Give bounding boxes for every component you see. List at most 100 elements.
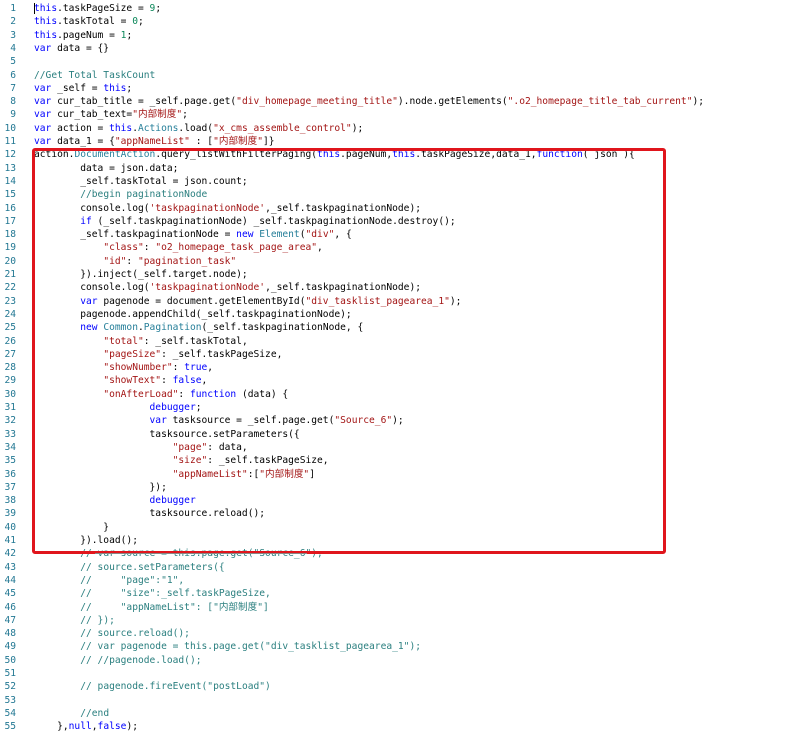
code-line[interactable]: 21 }).inject(_self.target.node); xyxy=(0,268,811,281)
code-text[interactable]: tasksource.reload(); xyxy=(34,507,266,520)
code-line[interactable]: 17 if (_self.taskpaginationNode) _self.t… xyxy=(0,215,811,228)
code-text[interactable]: // pagenode.fireEvent("postLoad") xyxy=(34,680,271,693)
code-text[interactable]: "pageSize": _self.taskPageSize, xyxy=(34,348,282,361)
code-text[interactable]: _self.taskpaginationNode = new Element("… xyxy=(34,228,352,241)
code-line[interactable]: 8 var cur_tab_title = _self.page.get("div… xyxy=(0,95,811,108)
code-text[interactable]: tasksource.setParameters({ xyxy=(34,428,300,441)
code-line[interactable]: 39 tasksource.reload(); xyxy=(0,507,811,520)
code-line[interactable]: 52 // pagenode.fireEvent("postLoad") xyxy=(0,680,811,693)
code-text[interactable]: "page": data, xyxy=(34,441,248,454)
code-line[interactable]: 44 // "page":"1", xyxy=(0,574,811,587)
code-line[interactable]: 3 this.pageNum = 1; xyxy=(0,29,811,42)
code-line[interactable]: 30 "onAfterLoad": function (data) { xyxy=(0,388,811,401)
code-line[interactable]: 46 // "appNameList": ["内部制度"] xyxy=(0,601,811,614)
code-line[interactable]: 20 "id": "pagination_task" xyxy=(0,255,811,268)
code-line[interactable]: 7 var _self = this; xyxy=(0,82,811,95)
code-text[interactable]: "class": "o2_homepage_task_page_area", xyxy=(34,241,323,254)
code-line[interactable]: 24 pagenode.appendChild(_self.taskpagina… xyxy=(0,308,811,321)
code-text[interactable]: }); xyxy=(34,481,167,494)
code-text[interactable]: } xyxy=(34,521,109,534)
code-line[interactable]: 37 }); xyxy=(0,481,811,494)
code-text[interactable]: // "page":"1", xyxy=(34,574,184,587)
code-text[interactable]: console.log('taskpaginationNode',_self.t… xyxy=(34,202,421,215)
code-line[interactable]: 13 data = json.data; xyxy=(0,162,811,175)
code-line[interactable]: 25 new Common.Pagination(_self.taskpagin… xyxy=(0,321,811,334)
code-line[interactable]: 41 }).load(); xyxy=(0,534,811,547)
code-text[interactable]: "onAfterLoad": function (data) { xyxy=(34,388,288,401)
code-line[interactable]: 51 xyxy=(0,667,811,680)
code-line[interactable]: 48 // source.reload(); xyxy=(0,627,811,640)
code-line[interactable]: 18 _self.taskpaginationNode = new Elemen… xyxy=(0,228,811,241)
code-text[interactable]: if (_self.taskpaginationNode) _self.task… xyxy=(34,215,455,228)
code-text[interactable]: //begin paginationNode xyxy=(34,188,207,201)
code-line[interactable]: 10 var action = this.Actions.load("x_cms_… xyxy=(0,122,811,135)
code-text[interactable]: "id": "pagination_task" xyxy=(34,255,236,268)
code-text[interactable]: new Common.Pagination(_self.taskpaginati… xyxy=(34,321,363,334)
code-line[interactable]: 27 "pageSize": _self.taskPageSize, xyxy=(0,348,811,361)
code-text[interactable]: "size": _self.taskPageSize, xyxy=(34,454,329,467)
code-text[interactable]: //Get Total TaskCount xyxy=(34,69,155,82)
code-line[interactable]: 29 "showText": false, xyxy=(0,374,811,387)
code-text[interactable]: }).load(); xyxy=(34,534,138,547)
code-text[interactable]: "appNameList":["内部制度"] xyxy=(34,468,315,481)
code-line[interactable]: 15 //begin paginationNode xyxy=(0,188,811,201)
code-line[interactable]: 19 "class": "o2_homepage_task_page_area"… xyxy=(0,241,811,254)
code-text[interactable]: var cur_tab_text="内部制度"; xyxy=(34,108,188,121)
code-text[interactable]: this.pageNum = 1; xyxy=(34,29,132,42)
code-text[interactable]: }).inject(_self.target.node); xyxy=(34,268,248,281)
code-text[interactable]: _self.taskTotal = json.count; xyxy=(34,175,248,188)
code-text[interactable]: // var pagenode = this.page.get("div_tas… xyxy=(34,640,421,653)
code-text[interactable]: var data = {} xyxy=(34,42,109,55)
code-line[interactable]: 34 "page": data, xyxy=(0,441,811,454)
code-text[interactable]: "showText": false, xyxy=(34,374,207,387)
code-line[interactable]: 26 "total": _self.taskTotal, xyxy=(0,335,811,348)
code-line[interactable]: 22 console.log('taskpaginationNode',_sel… xyxy=(0,281,811,294)
code-line[interactable]: 35 "size": _self.taskPageSize, xyxy=(0,454,811,467)
code-text[interactable]: debugger xyxy=(34,494,196,507)
code-text[interactable]: var cur_tab_title = _self.page.get("div_… xyxy=(34,95,704,108)
code-text[interactable]: action.DocumentAction.query_listWithFilt… xyxy=(34,148,635,161)
code-line[interactable]: 36 "appNameList":["内部制度"] xyxy=(0,468,811,481)
code-line[interactable]: 5 xyxy=(0,55,811,68)
code-line[interactable]: 43 // source.setParameters({ xyxy=(0,561,811,574)
code-text[interactable]: var pagenode = document.getElementById("… xyxy=(34,295,461,308)
code-text[interactable]: "total": _self.taskTotal, xyxy=(34,335,247,348)
code-line[interactable]: 40 } xyxy=(0,521,811,534)
code-text[interactable]: pagenode.appendChild(_self.taskpaginatio… xyxy=(34,308,351,321)
code-text[interactable]: var action = this.Actions.load("x_cms_as… xyxy=(34,122,363,135)
code-text[interactable]: },null,false); xyxy=(34,720,138,733)
code-text[interactable]: // "size":_self.taskPageSize, xyxy=(34,587,271,600)
code-text[interactable]: // source.reload(); xyxy=(34,627,190,640)
code-line[interactable]: 33 tasksource.setParameters({ xyxy=(0,428,811,441)
code-line[interactable]: 45 // "size":_self.taskPageSize, xyxy=(0,587,811,600)
code-line[interactable]: 14 _self.taskTotal = json.count; xyxy=(0,175,811,188)
code-line[interactable]: 16 console.log('taskpaginationNode',_sel… xyxy=(0,202,811,215)
code-text[interactable]: var _self = this; xyxy=(34,82,132,95)
code-line[interactable]: 23 var pagenode = document.getElementByI… xyxy=(0,295,811,308)
code-line[interactable]: 11 var data_1 = {"appNameList" : ["内部制度"]… xyxy=(0,135,811,148)
code-line[interactable]: 50 // //pagenode.load(); xyxy=(0,654,811,667)
code-line[interactable]: 31 debugger; xyxy=(0,401,811,414)
code-line[interactable]: 38 debugger xyxy=(0,494,811,507)
code-text[interactable]: // //pagenode.load(); xyxy=(34,654,201,667)
code-line[interactable]: 49 // var pagenode = this.page.get("div_… xyxy=(0,640,811,653)
code-text[interactable]: this.taskTotal = 0; xyxy=(34,15,144,28)
code-line[interactable]: 12 action.DocumentAction.query_listWithFi… xyxy=(0,148,811,161)
code-text[interactable]: data = json.data; xyxy=(34,162,178,175)
code-text[interactable]: this.taskPageSize = 9; xyxy=(34,2,161,15)
code-text[interactable]: // source.setParameters({ xyxy=(34,561,224,574)
code-line[interactable]: 2 this.taskTotal = 0; xyxy=(0,15,811,28)
code-text[interactable]: "showNumber": true, xyxy=(34,361,213,374)
code-text[interactable]: var data_1 = {"appNameList" : ["内部制度"]} xyxy=(34,135,275,148)
code-line[interactable]: 53 xyxy=(0,694,811,707)
code-text[interactable]: debugger; xyxy=(34,401,202,414)
code-text[interactable]: //end xyxy=(34,707,109,720)
code-line[interactable]: 28 "showNumber": true, xyxy=(0,361,811,374)
code-line[interactable]: 6 //Get Total TaskCount xyxy=(0,69,811,82)
code-text[interactable]: // }); xyxy=(34,614,115,627)
code-line[interactable]: 9 var cur_tab_text="内部制度"; xyxy=(0,108,811,121)
code-line[interactable]: 54 //end xyxy=(0,707,811,720)
code-line[interactable]: 47 // }); xyxy=(0,614,811,627)
code-text[interactable]: // "appNameList": ["内部制度"] xyxy=(34,601,269,614)
code-line[interactable]: 32 var tasksource = _self.page.get("Sour… xyxy=(0,414,811,427)
